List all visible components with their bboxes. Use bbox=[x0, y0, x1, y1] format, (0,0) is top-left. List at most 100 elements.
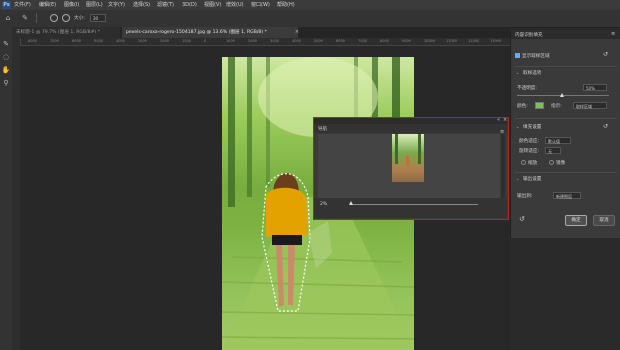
brush-icon[interactable]: ✎ bbox=[1, 39, 11, 49]
ruler-tick-label: 13000 bbox=[490, 39, 502, 43]
panel-title: 内容识别填充 bbox=[515, 33, 543, 38]
app-logo: Ps bbox=[2, 1, 11, 9]
chevron-down-icon[interactable]: ⌄ bbox=[516, 176, 519, 181]
ruler-horizontal: 8000 7000 6000 5000 4000 3000 2000 1000 0 1000 200… bbox=[20, 38, 510, 46]
menu-item-10[interactable]: 窗口(W) bbox=[251, 1, 270, 9]
output-to-select[interactable]: 新建图层 bbox=[553, 192, 581, 199]
divider bbox=[515, 172, 617, 173]
navigator-title: 导航 bbox=[318, 127, 327, 132]
zoom-slider[interactable] bbox=[352, 204, 478, 205]
menu-item-6[interactable]: 滤镜(T) bbox=[157, 1, 174, 9]
menu-item-1[interactable]: 编辑(E) bbox=[39, 1, 56, 9]
output-to-label: 输出到: bbox=[517, 194, 533, 199]
tab-pexels-image[interactable]: pexels-caroxa-rogero-1504187.jpg @ 13.6%… bbox=[122, 27, 298, 38]
mirror-label: 镜像 bbox=[556, 161, 566, 166]
ruler-tick-label: 12000 bbox=[468, 39, 480, 43]
menu-item-0[interactable]: 文件(F) bbox=[14, 1, 31, 9]
opacity-label: 不透明度: bbox=[517, 86, 537, 91]
color-label: 颜色: bbox=[517, 104, 528, 109]
divider bbox=[36, 13, 37, 23]
ruler-tick-label: 11000 bbox=[446, 39, 458, 43]
subtract-selection-icon[interactable] bbox=[62, 14, 70, 22]
ruler-tick-label: 7000 bbox=[358, 39, 367, 43]
menu-item-2[interactable]: 图像(I) bbox=[64, 1, 79, 9]
menu-item-5[interactable]: 选择(S) bbox=[133, 1, 150, 9]
ruler-tick-label: 2000 bbox=[160, 39, 169, 43]
tab-label: 未标题-1 @ 79.7% (图层 1, RGB/8#) * bbox=[16, 30, 100, 35]
collapse-icon[interactable]: « bbox=[497, 117, 500, 123]
zoom-icon[interactable]: ⚲ bbox=[1, 78, 11, 88]
size-input[interactable]: 30 bbox=[90, 14, 106, 22]
ruler-tick-label: 9000 bbox=[402, 39, 411, 43]
ruler-tick-label: 10000 bbox=[424, 39, 436, 43]
brush-tool-icon[interactable]: ✎ bbox=[20, 13, 30, 23]
navigator-tab-strip: 导航 bbox=[314, 124, 507, 133]
divider bbox=[515, 118, 617, 119]
navigator-scrollbar[interactable] bbox=[501, 134, 505, 198]
ruler-tick-label: 6000 bbox=[72, 39, 81, 43]
opacity-slider-handle[interactable] bbox=[560, 93, 564, 97]
tab-untitled[interactable]: 未标题-1 @ 79.7% (图层 1, RGB/8#) * bbox=[12, 27, 120, 38]
zoom-value: 2% bbox=[320, 202, 328, 207]
menu-bar: Ps 文件(F) 编辑(E) 图像(I) 图层(L) 文字(Y) 选择(S) 滤镜(T) 3D… bbox=[0, 0, 620, 10]
reset-icon[interactable]: ↺ bbox=[603, 51, 608, 58]
fill-settings-header: 填充设置 bbox=[523, 125, 542, 130]
menu-item-11[interactable]: 帮助(H) bbox=[277, 1, 295, 9]
cancel-button[interactable]: 取消 bbox=[593, 215, 615, 226]
opacity-input[interactable]: 50% bbox=[583, 84, 607, 91]
ruler-tick-label: 4000 bbox=[292, 39, 301, 43]
navigator-thumbnail[interactable] bbox=[392, 134, 424, 182]
add-selection-icon[interactable] bbox=[50, 14, 58, 22]
ok-button[interactable]: 确定 bbox=[565, 215, 587, 226]
scale-checkbox[interactable] bbox=[521, 160, 526, 165]
ruler-tick-label: 4000 bbox=[116, 39, 125, 43]
color-adapt-select[interactable]: 默认值 bbox=[545, 137, 571, 144]
scale-label: 缩放 bbox=[528, 161, 538, 166]
ruler-tick-label: 6000 bbox=[336, 39, 345, 43]
hand-icon[interactable]: ✋ bbox=[1, 65, 11, 75]
chevron-down-icon[interactable]: ⌄ bbox=[516, 124, 519, 129]
chevron-down-icon[interactable]: ⌄ bbox=[516, 70, 519, 75]
rotate-adapt-select[interactable]: 无 bbox=[545, 147, 561, 154]
mirror-checkbox[interactable] bbox=[549, 160, 554, 165]
reset-icon[interactable]: ↺ bbox=[603, 123, 608, 130]
indicate-select[interactable]: 取样区域 bbox=[573, 102, 607, 109]
close-icon[interactable]: × bbox=[293, 28, 301, 37]
output-settings-header: 输出设置 bbox=[523, 177, 542, 182]
ruler-tick-label: 3000 bbox=[270, 39, 279, 43]
close-icon[interactable]: × bbox=[503, 117, 507, 123]
navigator-footer bbox=[314, 198, 507, 218]
ruler-tick-label: 7000 bbox=[50, 39, 59, 43]
ruler-tick-label: 8000 bbox=[28, 39, 37, 43]
ruler-tick-label: 1000 bbox=[182, 39, 191, 43]
home-icon[interactable]: ⌂ bbox=[3, 13, 13, 23]
lasso-icon[interactable]: ◌ bbox=[1, 52, 11, 62]
menu-item-3[interactable]: 图层(L) bbox=[86, 1, 103, 9]
navigator-panel: « × 导航 ≡ 2% bbox=[313, 117, 509, 220]
ruler-tick-label: 5000 bbox=[314, 39, 323, 43]
indicate-label: 指示: bbox=[551, 104, 562, 109]
sample-options-header: 取样选项 bbox=[523, 71, 542, 76]
zoom-slider-handle[interactable] bbox=[349, 201, 353, 205]
divider bbox=[515, 66, 617, 67]
color-adapt-label: 颜色适应: bbox=[519, 139, 539, 144]
show-sample-label: 显示取样区域 bbox=[522, 54, 550, 59]
reset-all-icon[interactable]: ↺ bbox=[519, 215, 525, 223]
panel-menu-icon[interactable]: ≡ bbox=[611, 31, 615, 37]
content-aware-fill-panel: 内容识别填充 ≡ 显示取样区域 ↺ ⌄ 取样选项 不透明度: 50% 颜色: 指… bbox=[510, 30, 620, 238]
menu-item-7[interactable]: 3D(D) bbox=[182, 1, 197, 9]
tab-label: pexels-caroxa-rogero-1504187.jpg @ 13.6%… bbox=[126, 30, 267, 35]
menu-item-4[interactable]: 文字(Y) bbox=[108, 1, 125, 9]
ruler-tick-label: 2000 bbox=[248, 39, 257, 43]
menu-item-9[interactable]: 增效(U) bbox=[226, 1, 244, 9]
rotate-adapt-label: 旋转适应: bbox=[519, 149, 539, 154]
ruler-tick-label: 3000 bbox=[138, 39, 147, 43]
size-label: 大小: bbox=[74, 16, 85, 21]
options-bar: ⌂ ✎ 大小: 30 bbox=[0, 10, 620, 28]
ruler-tick-label: 1000 bbox=[226, 39, 235, 43]
show-sample-checkbox[interactable] bbox=[515, 53, 520, 58]
document-tabs: 未标题-1 @ 79.7% (图层 1, RGB/8#) * pexels-ca… bbox=[12, 27, 510, 38]
menu-item-8[interactable]: 视图(V) bbox=[204, 1, 221, 9]
ruler-tick-label: 8000 bbox=[380, 39, 389, 43]
sample-color-swatch[interactable] bbox=[535, 102, 544, 109]
